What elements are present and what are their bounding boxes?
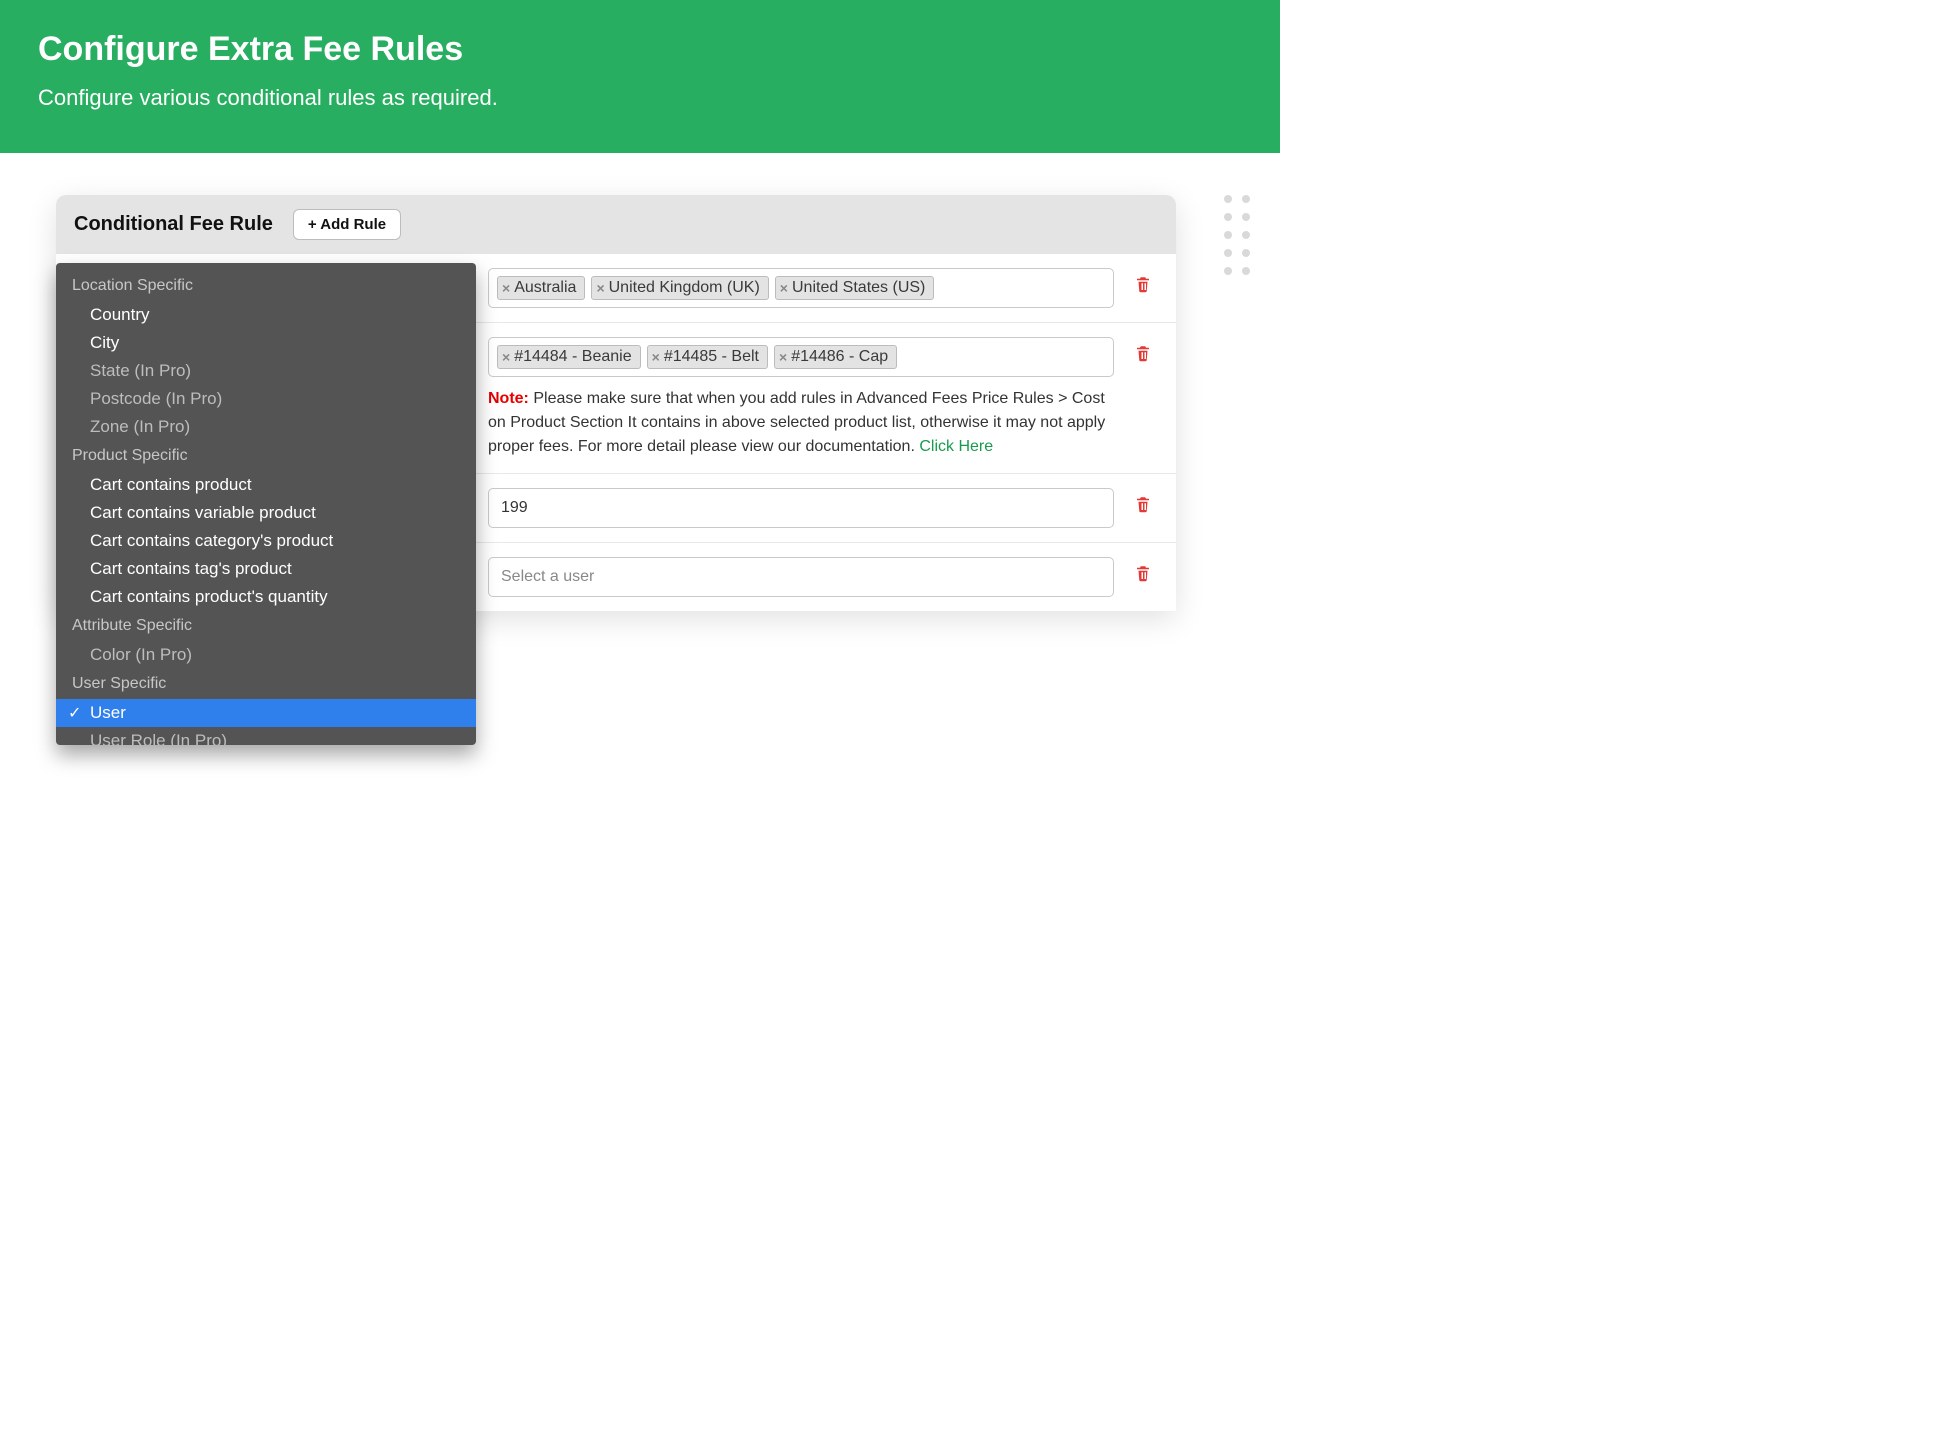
- fee-rule-panel: Conditional Fee Rule + Add Rule ) ×Austr…: [56, 195, 1176, 611]
- add-rule-button[interactable]: + Add Rule: [293, 209, 401, 240]
- dropdown-item: State (In Pro): [56, 357, 476, 385]
- remove-tag-icon[interactable]: ×: [502, 280, 512, 296]
- remove-tag-icon[interactable]: ×: [779, 349, 789, 365]
- remove-tag-icon[interactable]: ×: [502, 349, 512, 365]
- tag-chip: ×United Kingdom (UK): [591, 276, 768, 300]
- decorative-dot-grid: [1224, 195, 1250, 275]
- tag-chip: ×Australia: [497, 276, 585, 300]
- dropdown-item: User Role (In Pro): [56, 727, 476, 745]
- dropdown-item[interactable]: Cart contains tag's product: [56, 555, 476, 583]
- dropdown-group-label: User Specific: [56, 669, 476, 699]
- condition-dropdown[interactable]: Location SpecificCountryCityState (In Pr…: [56, 263, 476, 745]
- dropdown-item[interactable]: City: [56, 329, 476, 357]
- dropdown-item: Color (In Pro): [56, 641, 476, 669]
- value-input[interactable]: 199: [488, 488, 1114, 528]
- trash-icon[interactable]: [1134, 343, 1152, 363]
- dropdown-item: Postcode (In Pro): [56, 385, 476, 413]
- page-title: Configure Extra Fee Rules: [38, 30, 1242, 69]
- tag-chip: ×#14485 - Belt: [647, 345, 768, 369]
- tag-chip: ×#14484 - Beanie: [497, 345, 641, 369]
- panel-title: Conditional Fee Rule: [74, 213, 273, 236]
- remove-tag-icon[interactable]: ×: [780, 280, 790, 296]
- tag-chip: ×United States (US): [775, 276, 935, 300]
- content-stage: Conditional Fee Rule + Add Rule ) ×Austr…: [0, 153, 1280, 611]
- dropdown-item: Zone (In Pro): [56, 413, 476, 441]
- trash-icon[interactable]: [1134, 494, 1152, 514]
- dropdown-group-label: Product Specific: [56, 441, 476, 471]
- dropdown-item[interactable]: User: [56, 699, 476, 727]
- dropdown-item[interactable]: Cart contains variable product: [56, 499, 476, 527]
- page-subtitle: Configure various conditional rules as r…: [38, 85, 1242, 111]
- dropdown-item[interactable]: Cart contains category's product: [56, 527, 476, 555]
- header-banner: Configure Extra Fee Rules Configure vari…: [0, 0, 1280, 153]
- value-select-placeholder[interactable]: Select a user: [488, 557, 1114, 597]
- dropdown-item[interactable]: Cart contains product's quantity: [56, 583, 476, 611]
- rule-note: Note: Please make sure that when you add…: [488, 387, 1114, 459]
- dropdown-item[interactable]: Country: [56, 301, 476, 329]
- remove-tag-icon[interactable]: ×: [652, 349, 662, 365]
- dropdown-item[interactable]: Cart contains product: [56, 471, 476, 499]
- dropdown-group-label: Attribute Specific: [56, 611, 476, 641]
- note-label: Note:: [488, 390, 529, 407]
- note-text: Please make sure that when you add rules…: [488, 390, 1105, 455]
- panel-header: Conditional Fee Rule + Add Rule: [56, 195, 1176, 254]
- dropdown-group-label: Location Specific: [56, 271, 476, 301]
- value-tag-input[interactable]: ×#14484 - Beanie ×#14485 - Belt ×#14486 …: [488, 337, 1114, 377]
- remove-tag-icon[interactable]: ×: [596, 280, 606, 296]
- tag-chip: ×#14486 - Cap: [774, 345, 897, 369]
- trash-icon[interactable]: [1134, 563, 1152, 583]
- note-link[interactable]: Click Here: [919, 438, 993, 455]
- trash-icon[interactable]: [1134, 274, 1152, 294]
- value-tag-input[interactable]: ×Australia ×United Kingdom (UK) ×United …: [488, 268, 1114, 308]
